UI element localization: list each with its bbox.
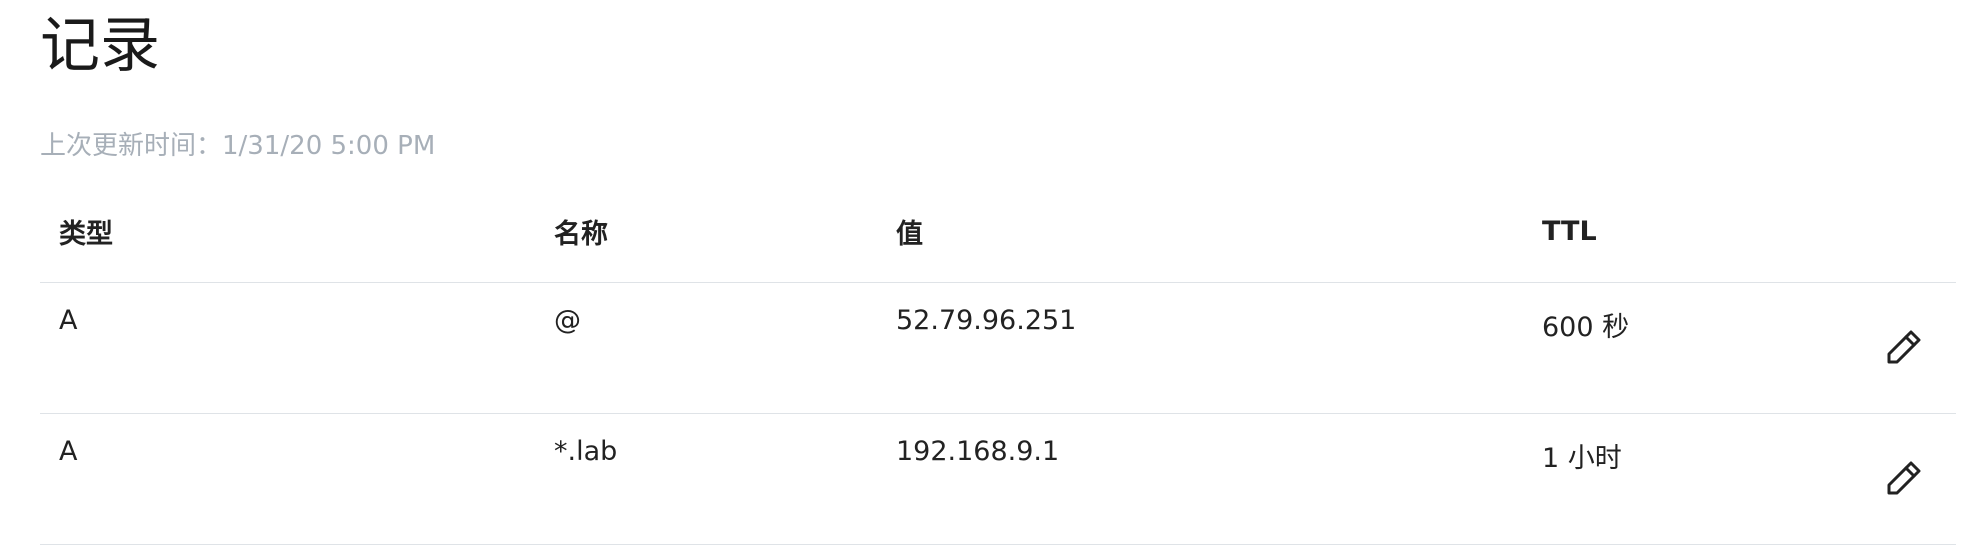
table-row: A *.lab 192.168.9.1 1 小时 xyxy=(40,413,1956,545)
pencil-icon xyxy=(1887,461,1921,495)
record-actions-cell xyxy=(1846,282,1956,414)
column-header-name: 名称 xyxy=(535,196,877,283)
record-name-cell: @ xyxy=(535,282,877,414)
last-updated-text: 上次更新时间：1/31/20 5:00 PM xyxy=(40,131,436,161)
record-type-cell: A xyxy=(40,413,535,545)
record-value-cell: 52.79.96.251 xyxy=(877,282,1523,414)
table-header-row: 类型 名称 值 TTL xyxy=(40,196,1956,283)
column-header-type: 类型 xyxy=(40,196,535,283)
record-actions-cell xyxy=(1846,413,1956,545)
column-header-ttl: TTL xyxy=(1523,196,1846,283)
record-value-cell: 192.168.9.1 xyxy=(877,413,1523,545)
record-ttl-cell: 600 秒 xyxy=(1523,282,1846,414)
record-name-cell: *.lab xyxy=(535,413,877,545)
records-table: 类型 名称 值 TTL A @ 52.79.96.251 600 秒 A *.l… xyxy=(40,196,1956,545)
table-row: A @ 52.79.96.251 600 秒 xyxy=(40,282,1956,414)
page-title: 记录 xyxy=(40,11,160,81)
column-header-actions xyxy=(1846,196,1956,283)
edit-record-button[interactable] xyxy=(1882,325,1926,369)
record-type-cell: A xyxy=(40,282,535,414)
column-header-value: 值 xyxy=(877,196,1523,283)
pencil-icon xyxy=(1887,330,1921,364)
record-ttl-cell: 1 小时 xyxy=(1523,413,1846,545)
edit-record-button[interactable] xyxy=(1882,456,1926,500)
